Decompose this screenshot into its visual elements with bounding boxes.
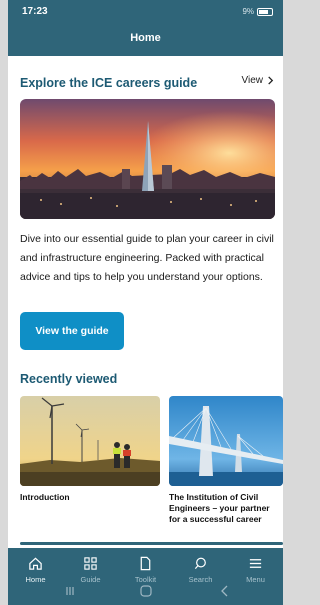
signal-indicator: 9% bbox=[242, 7, 254, 16]
bottom-navigation: Home Guide Toolkit Search Menu bbox=[8, 548, 283, 605]
status-time: 17:23 bbox=[22, 6, 48, 17]
app-screen: 17:23 9% Home Explore the ICE careers gu… bbox=[8, 0, 283, 605]
battery-icon bbox=[257, 7, 273, 16]
grid-icon bbox=[84, 557, 97, 570]
chevron-right-icon bbox=[268, 76, 274, 85]
careers-hero-image[interactable] bbox=[20, 99, 275, 219]
view-link[interactable]: View bbox=[242, 75, 276, 86]
search-icon bbox=[194, 557, 206, 570]
system-home-icon[interactable] bbox=[139, 584, 153, 598]
menu-icon bbox=[249, 559, 262, 568]
recent-card-introduction[interactable] bbox=[20, 396, 160, 486]
view-guide-button[interactable]: View the guide bbox=[20, 312, 124, 350]
status-bar: 17:23 9% bbox=[8, 0, 283, 22]
section-divider bbox=[20, 542, 283, 545]
careers-description: Dive into our essential guide to plan yo… bbox=[20, 233, 274, 283]
recent-card-title: The Institution of Civil Engineers – you… bbox=[169, 492, 270, 524]
status-icons: 9% bbox=[242, 7, 273, 16]
main-content[interactable]: Explore the ICE careers guide View Dive … bbox=[8, 56, 283, 548]
back-icon[interactable] bbox=[218, 584, 232, 598]
page-title: Home bbox=[130, 32, 161, 44]
wind-turbine-image bbox=[20, 396, 160, 486]
document-icon bbox=[140, 556, 151, 571]
recent-card-title: Introduction bbox=[20, 492, 70, 502]
recent-card-institution[interactable] bbox=[169, 396, 283, 486]
system-navigation-bar bbox=[8, 580, 283, 602]
recent-apps-icon[interactable] bbox=[63, 584, 77, 598]
careers-section-header: Explore the ICE careers guide View bbox=[20, 74, 275, 90]
careers-heading: Explore the ICE careers guide bbox=[20, 76, 198, 90]
view-link-label: View bbox=[241, 75, 264, 86]
london-skyline-image bbox=[20, 99, 275, 219]
home-icon bbox=[29, 557, 42, 570]
recently-viewed-heading: Recently viewed bbox=[20, 372, 118, 386]
bridge-image bbox=[169, 396, 283, 486]
top-bar: 17:23 9% Home bbox=[8, 0, 283, 56]
